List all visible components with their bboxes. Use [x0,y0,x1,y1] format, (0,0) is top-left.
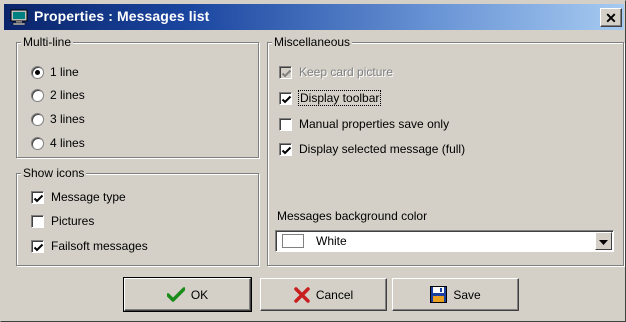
checkbox-label: Manual properties save only [299,117,450,131]
cancel-x-icon [294,286,310,303]
radio-label: 4 lines [50,136,85,150]
radio-2-lines[interactable]: 2 lines [31,86,85,104]
floppy-disk-icon [430,286,448,303]
checkbox-checked-disabled[interactable] [279,65,292,79]
checkbox-display-selected-message[interactable]: Display selected message (full) [279,140,465,158]
radio-3-lines[interactable]: 3 lines [31,110,85,128]
ok-label: OK [190,287,209,302]
close-button[interactable]: ✕ [600,8,622,27]
checkbox-unchecked[interactable] [31,214,44,228]
checkbox-label: Keep card picture [299,65,394,79]
check-icon [166,286,185,303]
dropdown-button[interactable] [595,232,612,250]
checkbox-checked[interactable] [279,142,292,156]
cancel-label: Cancel [315,287,354,302]
checkbox-checked[interactable] [31,190,44,204]
checkbox-label: Display selected message (full) [299,142,466,156]
multiline-legend: Multi-line [21,35,74,49]
checkbox-keep-card-picture[interactable]: Keep card picture [279,63,393,81]
checkbox-display-toolbar[interactable]: Display toolbar [279,89,382,107]
color-swatch [282,234,304,248]
background-color-select[interactable]: White [275,230,614,252]
radio-label: 1 line [50,65,79,79]
checkbox-manual-properties-save[interactable]: Manual properties save only [279,115,449,133]
properties-dialog: Properties : Messages list ✕ Multi-line … [0,0,626,322]
radio-button[interactable] [31,112,44,126]
checkbox-label: Message type [51,190,126,204]
radio-button[interactable] [31,136,44,150]
miscellaneous-legend: Miscellaneous [272,35,353,49]
checkbox-unchecked[interactable] [279,117,292,131]
background-color-label: Messages background color [277,209,428,223]
radio-label: 2 lines [50,88,85,102]
checkbox-label: Pictures [51,214,95,228]
chevron-down-icon [599,234,608,248]
computer-monitor-icon [10,9,28,26]
radio-button-selected[interactable] [31,65,44,79]
checkbox-pictures[interactable]: Pictures [31,212,94,230]
radio-1-line[interactable]: 1 line [31,63,79,81]
checkbox-failsoft-messages[interactable]: Failsoft messages [31,237,148,255]
dialog-title: Properties : Messages list [34,8,210,24]
radio-button[interactable] [31,88,44,102]
multiline-group: Multi-line 1 line 2 lines 3 lines 4 line… [16,35,259,158]
checkbox-label: Failsoft messages [51,239,148,253]
save-label: Save [453,287,481,302]
radio-4-lines[interactable]: 4 lines [31,134,85,152]
radio-label: 3 lines [50,112,85,126]
show-icons-legend: Show icons [21,166,87,180]
checkbox-checked[interactable] [31,239,44,253]
cancel-button[interactable]: Cancel [260,278,387,311]
checkbox-label: Display toolbar [297,90,382,106]
background-color-value: White [316,234,347,248]
checkbox-checked[interactable] [279,91,292,105]
checkbox-message-type[interactable]: Message type [31,188,126,206]
show-icons-group: Show icons Message type Pictures Failsof… [16,166,259,266]
close-icon: ✕ [605,9,617,26]
save-button[interactable]: Save [392,278,519,311]
title-bar[interactable]: Properties : Messages list ✕ [4,4,624,30]
ok-button[interactable]: OK [123,277,252,312]
